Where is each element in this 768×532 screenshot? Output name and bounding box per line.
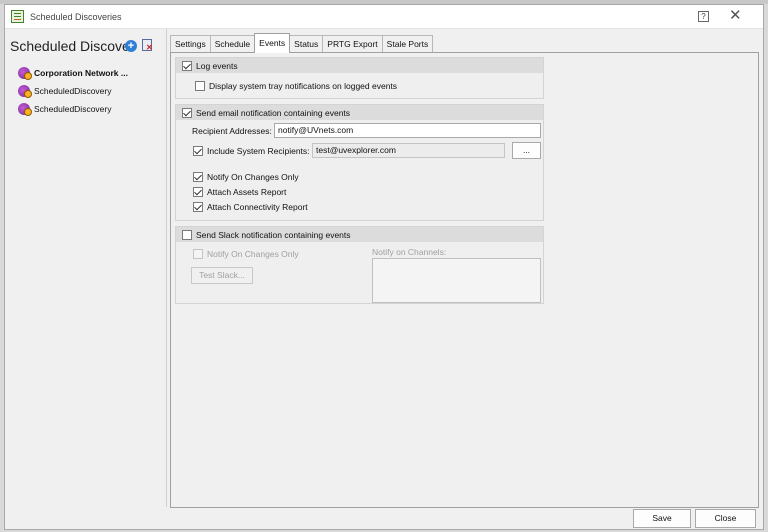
include-system-recipients-row[interactable]: Include System Recipients: [193,146,310,156]
recipient-addresses-label: Recipient Addresses: [192,126,272,136]
tab-stale-ports[interactable]: Stale Ports [381,35,434,53]
slack-notification-group: Send Slack notification containing event… [175,226,544,304]
window-title: Scheduled Discoveries [30,12,122,22]
events-tab-panel: Log events Display system tray notificat… [170,52,759,508]
email-notification-label: Send email notification containing event… [196,107,351,118]
delete-discovery-icon[interactable] [142,39,153,52]
email-notify-changes-checkbox[interactable] [193,172,203,182]
discovery-icon [18,67,32,80]
attach-assets-row[interactable]: Attach Assets Report [193,187,286,197]
attach-assets-label: Attach Assets Report [207,187,287,197]
system-recipients-field: test@uvexplorer.com [312,143,505,158]
browse-recipients-button[interactable]: ... [512,142,541,159]
tree-item-label: ScheduledDiscovery [34,86,112,96]
tab-events[interactable]: Events [254,33,291,53]
scheduled-discoveries-window: Scheduled Discoveries ? ✕ Scheduled Disc… [4,4,764,530]
tree-item-scheduled-discovery-1[interactable]: ScheduledDiscovery [18,83,111,99]
tab-strip: Settings Schedule Events Status PRTG Exp… [170,33,434,53]
attach-assets-checkbox[interactable] [193,187,203,197]
recipient-addresses-input[interactable]: notify@UVnets.com [274,123,541,138]
close-window-icon[interactable]: ✕ [729,8,742,24]
tree-item-scheduled-discovery-2[interactable]: ScheduledDiscovery [18,101,111,117]
tree-item-label: ScheduledDiscovery [34,104,112,114]
tree-item-corporation-network[interactable]: Corporation Network ... [18,65,128,81]
sidebar-title: Scheduled Discoveries [10,38,127,54]
tray-notifications-checkbox[interactable] [195,81,205,91]
tab-status[interactable]: Status [289,35,324,53]
log-events-checkbox[interactable] [182,60,192,71]
tab-settings[interactable]: Settings [170,35,211,53]
sidebar-divider [166,29,167,507]
discovery-icon [18,85,32,98]
title-bar: Scheduled Discoveries ? ✕ [5,5,763,29]
email-notification-header: Send email notification containing event… [176,105,543,120]
close-button[interactable]: Close [695,509,756,528]
slack-notification-checkbox[interactable] [182,229,192,240]
tree-item-label: Corporation Network ... [34,68,128,78]
recipient-addresses-row: Recipient Addresses: [192,126,272,136]
app-icon [11,10,24,23]
save-button[interactable]: Save [633,509,691,528]
test-slack-button[interactable]: Test Slack... [191,267,253,284]
attach-connectivity-label: Attach Connectivity Report [207,202,308,212]
slack-notification-label: Send Slack notification containing event… [196,229,351,240]
slack-notify-changes-checkbox[interactable] [193,249,203,259]
email-notify-changes-row[interactable]: Notify On Changes Only [193,172,299,182]
help-button[interactable]: ? [698,11,709,22]
slack-notification-header: Send Slack notification containing event… [176,227,543,242]
footer-bar: Save Close [167,507,763,529]
notify-channels-list[interactable] [372,258,541,303]
log-events-group: Log events Display system tray notificat… [175,57,544,99]
log-events-label: Log events [196,60,238,71]
tray-notifications-label: Display system tray notifications on log… [209,81,398,91]
email-notification-group: Send email notification containing event… [175,104,544,221]
include-system-recipients-checkbox[interactable] [193,146,203,156]
log-events-header: Log events [176,58,543,73]
discovery-icon [18,103,32,116]
sidebar: Scheduled Discoveries + Corporation Netw… [5,29,166,529]
tab-prtg-export[interactable]: PRTG Export [322,35,383,53]
email-notify-changes-label: Notify On Changes Only [207,172,299,182]
attach-connectivity-row[interactable]: Attach Connectivity Report [193,202,308,212]
notify-channels-label-row: Notify on Channels: [372,247,446,257]
include-system-recipients-label: Include System Recipients: [207,146,310,156]
email-notification-checkbox[interactable] [182,107,192,118]
tray-notifications-row[interactable]: Display system tray notifications on log… [195,81,397,91]
notify-channels-label: Notify on Channels: [372,247,447,257]
add-discovery-icon[interactable]: + [125,40,137,52]
tab-schedule[interactable]: Schedule [209,35,256,53]
slack-notify-changes-label: Notify On Changes Only [207,249,299,259]
attach-connectivity-checkbox[interactable] [193,202,203,212]
slack-notify-changes-row[interactable]: Notify On Changes Only [193,249,299,259]
